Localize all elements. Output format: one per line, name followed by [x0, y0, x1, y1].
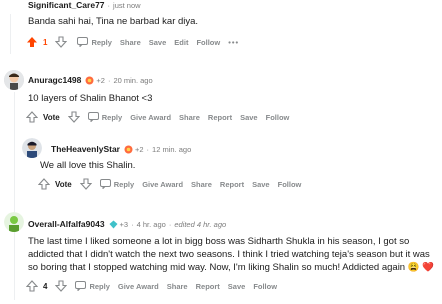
report-button[interactable]: Report [208, 113, 232, 122]
award-icon [124, 145, 133, 154]
upvote-icon[interactable] [38, 178, 50, 190]
vote-count: 4 [43, 281, 48, 291]
comment-body: The last time I liked someone a lot in b… [28, 236, 435, 273]
avatar[interactable] [4, 70, 24, 90]
comment-actions: 4 Reply Give Award Share Report Save Fol… [26, 279, 285, 293]
award-icon [85, 76, 94, 85]
separator: · [131, 219, 134, 229]
timestamp[interactable]: 4 hr. ago [137, 220, 166, 229]
thread-line[interactable] [14, 92, 15, 212]
avatar[interactable] [4, 212, 24, 232]
give-award-button[interactable]: Give Award [142, 180, 183, 189]
give-award-button[interactable]: Give Award [130, 113, 171, 122]
vote-count: Vote [55, 179, 72, 189]
upvote-icon[interactable] [26, 111, 38, 123]
timestamp[interactable]: just now [113, 1, 141, 10]
edit-button[interactable]: Edit [174, 38, 188, 47]
upvote-icon[interactable] [26, 280, 38, 292]
comment-header: Significant_Care77 · just now [28, 0, 141, 10]
downvote-icon[interactable] [55, 36, 68, 48]
save-button[interactable]: Save [228, 282, 246, 291]
give-award-button[interactable]: Give Award [118, 282, 159, 291]
save-button[interactable]: Save [149, 38, 167, 47]
downvote-icon[interactable] [67, 111, 80, 123]
comment-body: Banda sahi hai, Tina ne barbad kar diya. [28, 16, 199, 27]
reply-button[interactable]: Reply [114, 180, 134, 189]
comment-header: Anuragc1498 +2 · 20 min. ago [28, 75, 153, 85]
save-button[interactable]: Save [240, 113, 258, 122]
reply-icon [77, 37, 89, 47]
downvote-icon[interactable] [79, 178, 92, 190]
username[interactable]: Significant_Care77 [28, 0, 105, 10]
username[interactable]: Overall-Alfalfa9043 [28, 219, 105, 229]
report-button[interactable]: Report [220, 180, 244, 189]
separator: · [107, 0, 111, 10]
upvote-icon[interactable] [26, 36, 38, 48]
award-count: +3 [119, 219, 129, 229]
vote-count: Vote [43, 112, 60, 122]
comment-header: TheHeavenlyStar +2 · 12 min. ago [51, 144, 191, 154]
timestamp[interactable]: 12 min. ago [152, 145, 191, 154]
comment-body: 10 layers of Shalin Bhanot <3 [28, 93, 153, 104]
award-count: +2 [96, 75, 105, 85]
reply-button[interactable]: Reply [102, 113, 122, 122]
comment-header: Overall-Alfalfa9043 +3 · 4 hr. ago · edi… [28, 219, 226, 229]
save-button[interactable]: Save [252, 180, 270, 189]
share-button[interactable]: Share [120, 38, 141, 47]
avatar[interactable] [22, 138, 42, 158]
edited-label: edited 4 hr. ago [174, 219, 227, 229]
follow-button[interactable]: Follow [253, 282, 277, 291]
separator: · [146, 144, 150, 154]
vote-count: 1 [43, 37, 48, 47]
follow-button[interactable]: Follow [278, 180, 302, 189]
username[interactable]: TheHeavenlyStar [51, 144, 120, 154]
share-button[interactable]: Share [179, 113, 200, 122]
separator: · [107, 75, 111, 85]
reply-icon [87, 112, 99, 122]
more-options-button[interactable]: ••• [228, 38, 239, 47]
comment-body: We all love this Shalin. [40, 160, 136, 171]
reply-icon [99, 179, 111, 189]
thread-line[interactable] [10, 14, 11, 54]
diamond-icon [109, 220, 118, 229]
thread-line[interactable] [14, 230, 15, 300]
username[interactable]: Anuragc1498 [28, 75, 81, 85]
reply-icon [75, 281, 87, 291]
comment-actions: Vote Reply Give Award Share Report Save … [38, 177, 309, 191]
comment-actions: 1 Reply Share Save Edit Follow ••• [26, 35, 247, 49]
share-button[interactable]: Share [167, 282, 188, 291]
separator: · [168, 219, 172, 229]
follow-button[interactable]: Follow [196, 38, 220, 47]
reply-button[interactable]: Reply [89, 282, 109, 291]
comment-actions: Vote Reply Give Award Share Report Save … [26, 110, 297, 124]
share-button[interactable]: Share [191, 180, 212, 189]
reply-button[interactable]: Reply [91, 38, 111, 47]
report-button[interactable]: Report [196, 282, 220, 291]
timestamp[interactable]: 20 min. ago [113, 76, 152, 85]
award-count: +2 [134, 144, 144, 154]
downvote-icon[interactable] [55, 280, 68, 292]
follow-button[interactable]: Follow [266, 113, 290, 122]
